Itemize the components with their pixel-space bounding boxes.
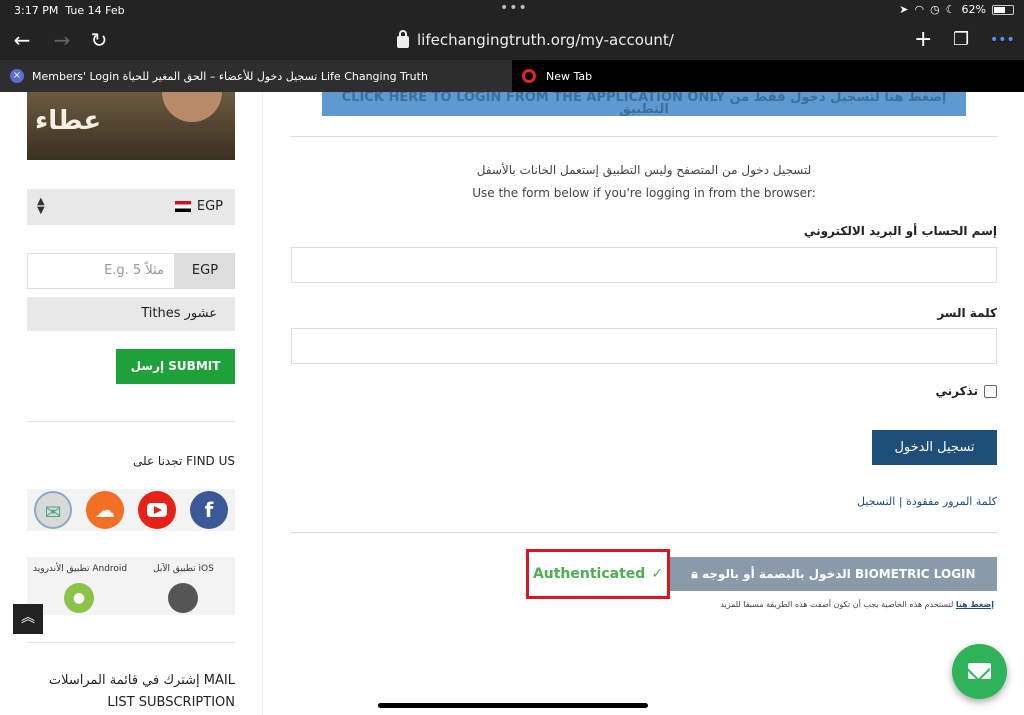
register-link[interactable]: التسجيل xyxy=(857,495,895,508)
lost-password-link[interactable]: كلمة المرور مفقودة xyxy=(906,495,997,508)
mail-fab-button[interactable] xyxy=(952,644,1007,699)
password-input[interactable] xyxy=(291,328,997,364)
tab-title: New Tab xyxy=(546,69,593,83)
app-login-button[interactable]: CLICK HERE TO LOGIN FROM THE APPLICATION… xyxy=(322,92,966,116)
divider xyxy=(27,642,235,643)
banner-text: عطاء xyxy=(35,106,102,136)
find-us-heading: تجدنا على FIND US xyxy=(132,454,235,468)
moon-icon: ☾ xyxy=(945,3,956,16)
youtube-icon[interactable] xyxy=(138,491,176,529)
back-to-top-icon[interactable]: ︽ xyxy=(13,604,43,634)
donation-banner-image[interactable]: عطاء xyxy=(27,92,235,160)
biometric-login-button[interactable]: 🔒︎ الدخول بالبصمة أو بالوجه BIOMETRIC LO… xyxy=(670,557,997,591)
more-menu-icon[interactable]: ••• xyxy=(990,28,1015,52)
login-button[interactable]: تسجيل الدخول xyxy=(872,430,997,465)
authenticated-status: Authenticated ✓ xyxy=(526,549,670,599)
close-tab-icon[interactable]: × xyxy=(10,69,24,83)
divider xyxy=(291,136,997,137)
lock-icon: 🔒︎ xyxy=(691,567,698,581)
sidebar-separator xyxy=(262,92,263,715)
biometric-note: إضغط هنا لتستخدم هذه الخاصية يجب أن تكون… xyxy=(720,600,994,609)
divider xyxy=(291,532,997,533)
username-input[interactable] xyxy=(291,247,997,283)
envelope-icon xyxy=(968,663,991,679)
checkmark-icon: ✓ xyxy=(651,566,664,582)
hand-illustration xyxy=(162,92,222,122)
status-time: 3:17 PM Tue 14 Feb xyxy=(14,4,125,17)
mail-subscription-heading: إشترك في قائمة المراسلات MAIL LIST SUBSC… xyxy=(48,673,235,710)
egypt-flag-icon xyxy=(174,201,191,212)
battery-icon xyxy=(992,4,1014,15)
url-text: lifechangingtruth.org/my-account/ xyxy=(417,31,674,49)
remember-label: تذكرني xyxy=(935,384,978,398)
remember-me[interactable]: تذكرني xyxy=(935,384,997,398)
tab-members-login[interactable]: × Members' Login تسجيل دخول للأعضاء – ال… xyxy=(0,60,512,92)
lock-icon xyxy=(397,29,409,48)
multitask-dots-icon[interactable]: ••• xyxy=(500,0,528,16)
currency-value: EGP xyxy=(174,199,223,214)
reload-icon[interactable]: ↻ xyxy=(87,28,111,52)
new-tab-plus-icon[interactable]: + xyxy=(914,28,932,52)
tab-new-tab[interactable]: New Tab xyxy=(512,60,1024,92)
soundcloud-icon[interactable]: ☁ xyxy=(86,491,124,529)
amount-currency-label: EGP xyxy=(175,253,235,289)
forward-arrow-icon[interactable]: → xyxy=(50,28,74,52)
android-icon[interactable]: ● xyxy=(64,583,94,613)
app-icon[interactable]: ✉ xyxy=(34,491,72,529)
currency-select[interactable]: ▲ ▼ EGP xyxy=(27,189,235,225)
status-icons: ➤ ◠ ◷ ☾ 62% xyxy=(899,3,1014,16)
submit-button[interactable]: إرسل SUBMIT xyxy=(116,349,235,384)
back-arrow-icon[interactable]: ← xyxy=(10,28,34,52)
alarm-icon: ◷ xyxy=(930,3,940,16)
opera-logo-icon xyxy=(522,69,536,83)
divider xyxy=(27,421,235,422)
username-label: إسم الحساب أو البريد الالكتروني xyxy=(803,224,997,238)
wifi-icon: ◠ xyxy=(914,3,925,16)
account-links: كلمة المرور مفقودة | التسجيل xyxy=(857,495,997,508)
home-indicator xyxy=(378,703,648,708)
browser-toolbar: ← → ↻ lifechangingtruth.org/my-account/ … xyxy=(0,20,1024,60)
select-arrows-icon: ▲ ▼ xyxy=(37,196,45,216)
remember-checkbox[interactable] xyxy=(984,384,997,398)
status-bar: 3:17 PM Tue 14 Feb ••• ➤ ◠ ◷ ☾ 62% xyxy=(0,0,1024,20)
address-bar[interactable]: lifechangingtruth.org/my-account/ xyxy=(397,29,674,49)
social-links: f ☁ ✉ xyxy=(27,489,235,531)
mobile-apps: تطبيق الآبل iOS تطبيق الأندرويد Android … xyxy=(27,557,235,615)
ios-app-label[interactable]: تطبيق الآبل iOS xyxy=(153,564,214,574)
location-icon: ➤ xyxy=(899,3,909,16)
tabs-overview-icon[interactable]: ❐ xyxy=(953,28,969,52)
android-app-label[interactable]: تطبيق الأندرويد Android xyxy=(33,564,127,574)
page-content: عطاء ▲ ▼ EGP E.g. 5 مثلاً EGP Tithes عشور… xyxy=(0,92,1024,715)
more-info-link[interactable]: إضغط هنا xyxy=(956,600,994,609)
password-label: كلمة السر xyxy=(937,306,997,320)
facebook-icon[interactable]: f xyxy=(190,491,228,529)
donation-type-select[interactable]: Tithes عشور xyxy=(27,297,235,331)
apple-icon[interactable] xyxy=(168,583,198,613)
tab-title: Members' Login تسجيل دخول للأعضاء – الحق… xyxy=(32,69,428,83)
amount-input[interactable]: E.g. 5 مثلاً xyxy=(27,253,175,289)
tab-bar: × Members' Login تسجيل دخول للأعضاء – ال… xyxy=(0,60,1024,92)
battery-percent: 62% xyxy=(961,3,986,16)
login-instructions: لتسجيل دخول من المتصفح وليس التطبيق إستع… xyxy=(472,163,816,200)
